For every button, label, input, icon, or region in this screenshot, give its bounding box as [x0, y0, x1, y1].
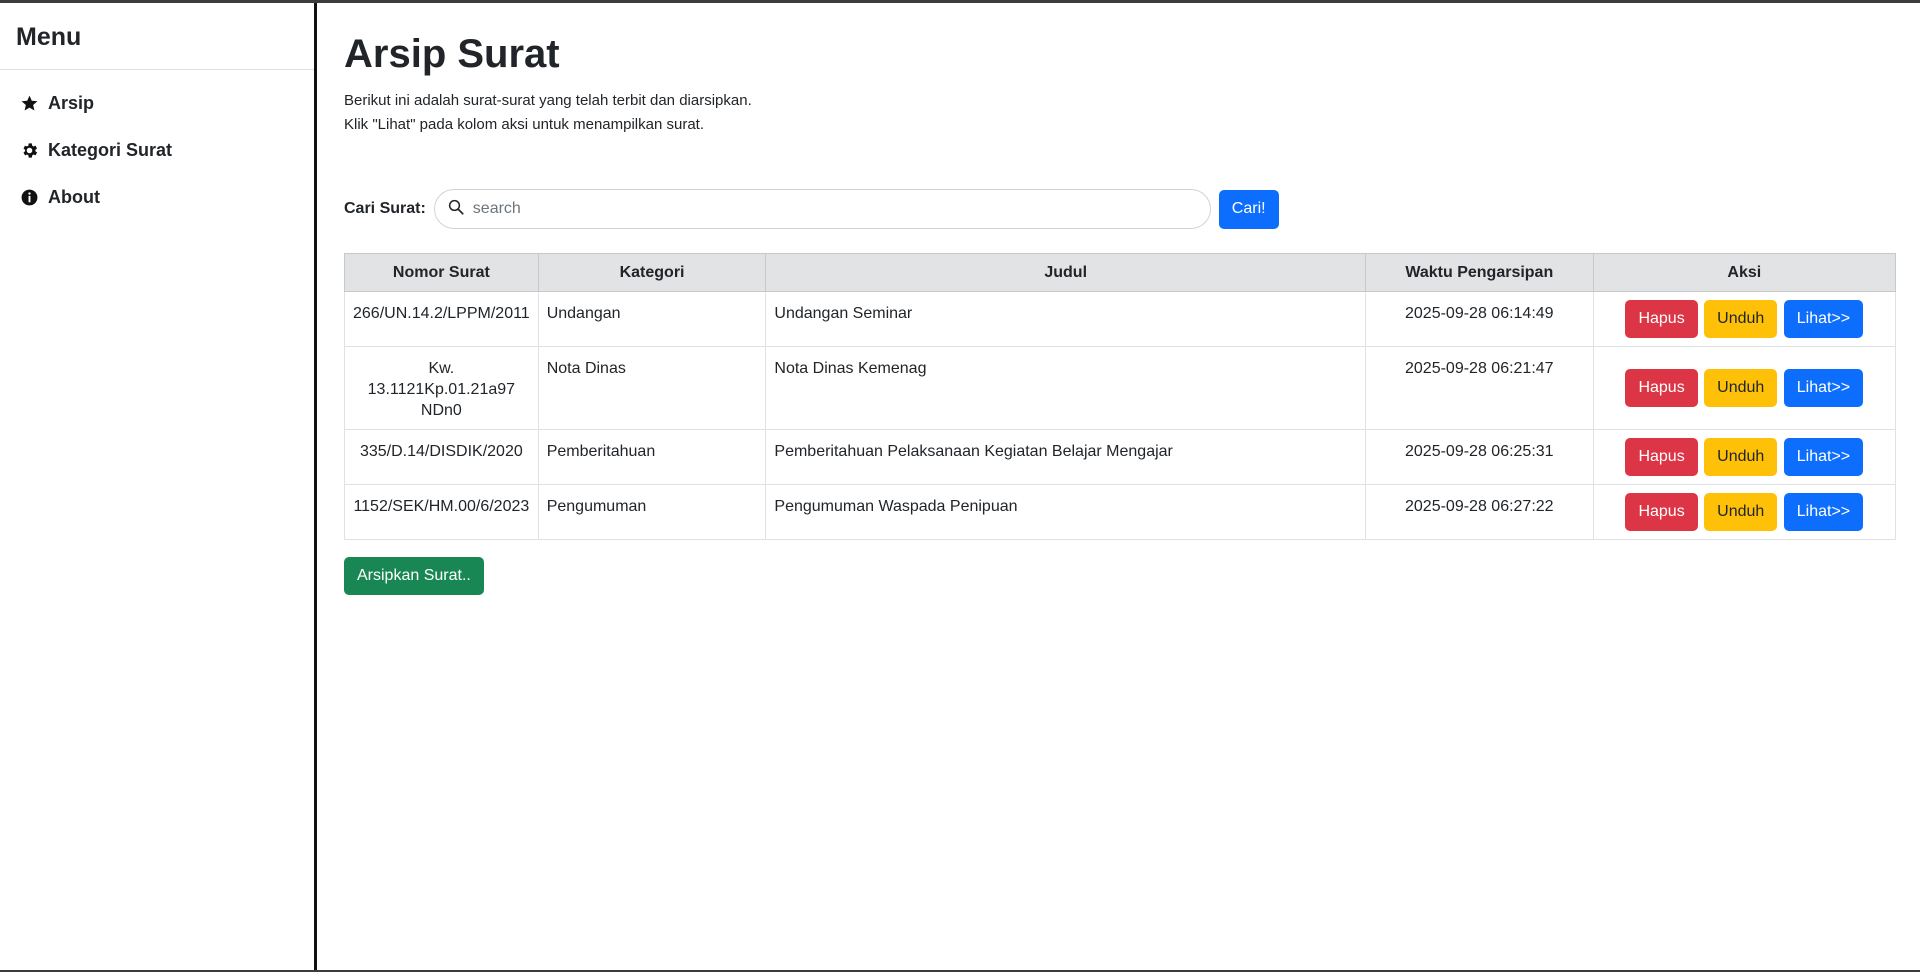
cell-judul: Pemberitahuan Pelaksanaan Kegiatan Belaj…: [765, 429, 1366, 485]
unduh-button[interactable]: Unduh: [1704, 493, 1778, 531]
cell-waktu: 2025-09-28 06:25:31: [1364, 429, 1594, 485]
column-header-judul[interactable]: Judul: [765, 253, 1366, 292]
table-row: 266/UN.14.2/LPPM/2011 Undangan Undangan …: [344, 291, 1897, 347]
column-header-kategori[interactable]: Kategori: [537, 253, 767, 292]
cell-kategori: Nota Dinas: [537, 346, 767, 430]
description-line: Klik "Lihat" pada kolom aksi untuk menam…: [344, 116, 704, 133]
table-row: Kw. 13.1121Kp.01.21a97 NDn0 Nota Dinas N…: [344, 346, 1897, 430]
cell-judul: Undangan Seminar: [765, 291, 1366, 347]
cell-kategori: Pemberitahuan: [537, 429, 767, 485]
cell-nomor-surat: 266/UN.14.2/LPPM/2011: [344, 291, 539, 347]
unduh-button[interactable]: Unduh: [1704, 438, 1778, 476]
archive-table: Nomor Surat Kategori Judul Waktu Pengars…: [344, 253, 1897, 540]
search-box: [433, 189, 1211, 229]
cell-kategori: Pengumuman: [537, 484, 767, 540]
cell-nomor-surat: 1152/SEK/HM.00/6/2023: [344, 484, 539, 540]
cell-kategori: Undangan: [537, 291, 767, 347]
search-input[interactable]: [472, 200, 1173, 218]
sidebar-item-label: Kategori Surat: [48, 140, 173, 160]
cell-aksi: Hapus Unduh Lihat>>: [1592, 484, 1897, 540]
page-description: Berikut ini adalah surat-surat yang tela…: [344, 89, 1896, 137]
cell-aksi: Hapus Unduh Lihat>>: [1592, 346, 1897, 430]
sidebar-item-label: About: [48, 187, 100, 207]
hapus-button[interactable]: Hapus: [1625, 493, 1698, 531]
cell-waktu: 2025-09-28 06:27:22: [1364, 484, 1594, 540]
cell-nomor-surat: 335/D.14/DISDIK/2020: [344, 429, 539, 485]
cell-aksi: Hapus Unduh Lihat>>: [1592, 429, 1897, 485]
cell-judul: Nota Dinas Kemenag: [765, 346, 1366, 430]
star-icon: [19, 94, 39, 114]
table-row: 335/D.14/DISDIK/2020 Pemberitahuan Pembe…: [344, 429, 1897, 485]
hapus-button[interactable]: Hapus: [1625, 369, 1698, 407]
hapus-button[interactable]: Hapus: [1625, 300, 1698, 338]
info-icon: [19, 188, 39, 208]
search-row: Cari Surat: Cari!: [344, 189, 1896, 229]
sidebar-item-about[interactable]: About: [0, 174, 314, 221]
hapus-button[interactable]: Hapus: [1625, 438, 1698, 476]
table-row: 1152/SEK/HM.00/6/2023 Pengumuman Pengumu…: [344, 484, 1897, 540]
sidebar-item-kategori-surat[interactable]: Kategori Surat: [0, 127, 314, 174]
cell-waktu: 2025-09-28 06:21:47: [1364, 346, 1594, 430]
cell-judul: Pengumuman Waspada Penipuan: [765, 484, 1366, 540]
search-label: Cari Surat:: [344, 200, 426, 217]
lihat-button[interactable]: Lihat>>: [1783, 369, 1864, 407]
arsipkan-surat-button[interactable]: Arsipkan Surat..: [344, 557, 484, 595]
table-header-row: Nomor Surat Kategori Judul Waktu Pengars…: [344, 253, 1897, 292]
search-icon: [447, 198, 473, 221]
lihat-button[interactable]: Lihat>>: [1783, 438, 1864, 476]
unduh-button[interactable]: Unduh: [1704, 300, 1778, 338]
column-header-waktu-pengarsipan[interactable]: Waktu Pengarsipan: [1364, 253, 1594, 292]
cell-nomor-surat: Kw. 13.1121Kp.01.21a97 NDn0: [344, 346, 539, 430]
unduh-button[interactable]: Unduh: [1704, 369, 1778, 407]
main-content: Arsip Surat Berikut ini adalah surat-sur…: [344, 3, 1897, 595]
column-header-aksi: Aksi: [1592, 253, 1897, 292]
cell-waktu: 2025-09-28 06:14:49: [1364, 291, 1594, 347]
lihat-button[interactable]: Lihat>>: [1783, 493, 1864, 531]
sidebar-item-label: Arsip: [48, 93, 95, 113]
column-header-nomor-surat[interactable]: Nomor Surat: [344, 253, 539, 292]
gear-icon: [19, 141, 39, 161]
lihat-button[interactable]: Lihat>>: [1783, 300, 1864, 338]
sidebar-nav: Arsip Kategori Surat About: [0, 70, 314, 221]
search-button[interactable]: Cari!: [1218, 189, 1279, 229]
description-line: Berikut ini adalah surat-surat yang tela…: [344, 92, 752, 109]
sidebar-title: Menu: [0, 3, 314, 70]
cell-aksi: Hapus Unduh Lihat>>: [1592, 291, 1897, 347]
sidebar-item-arsip[interactable]: Arsip: [0, 80, 314, 127]
page-title: Arsip Surat: [344, 32, 560, 76]
sidebar: Menu Arsip Kategori Surat About: [0, 3, 317, 970]
